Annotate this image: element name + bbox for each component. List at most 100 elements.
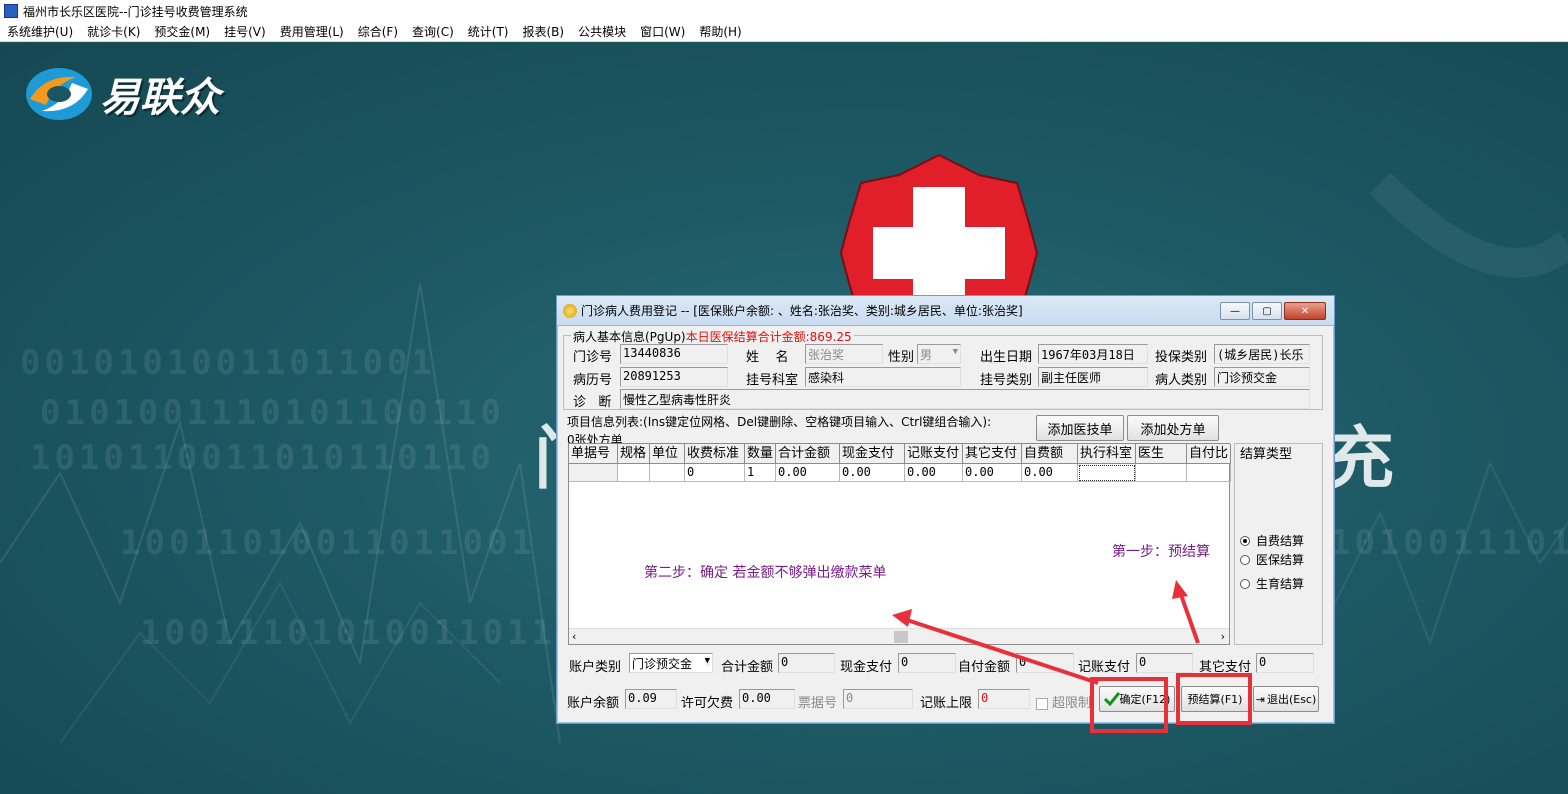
patient-info-legend: 病人基本信息(PgUp)本日医保结算合计金额:869.25	[571, 328, 854, 345]
receipt-no-label: 票据号	[798, 696, 838, 711]
record-no-field[interactable]: 20891253	[620, 367, 728, 387]
menu-help[interactable]: 帮助(H)	[692, 23, 748, 40]
col-header[interactable]: 收费标准	[685, 444, 745, 464]
receipt-no-field[interactable]: 0	[843, 689, 913, 709]
balance-label: 账户余额	[567, 696, 620, 711]
col-header[interactable]: 记账支付	[905, 444, 963, 464]
col-header[interactable]: 现金支付	[840, 444, 905, 464]
col-header[interactable]: 单据号	[569, 444, 618, 464]
menu-query[interactable]: 查询(C)	[405, 23, 461, 40]
minimize-icon[interactable]: —	[1220, 302, 1250, 320]
checkbox-icon	[1036, 697, 1048, 710]
radio-unchecked-icon	[1240, 554, 1250, 565]
radio-checked-icon	[1240, 535, 1250, 546]
col-header[interactable]: 自费额	[1022, 444, 1078, 464]
table-cell[interactable]: 0.00	[776, 464, 840, 482]
step1-annotation: 第一步：预结算	[1112, 544, 1210, 560]
menu-system-maintenance[interactable]: 系统维护(U)	[0, 23, 80, 40]
total-amount-field[interactable]: 0	[778, 653, 835, 673]
table-row[interactable]: 0 1 0.00 0.00 0.00 0.00 0.00	[569, 464, 1231, 482]
settle-self-radio[interactable]: 自费结算	[1240, 532, 1304, 549]
scroll-left-icon[interactable]: ‹	[572, 630, 576, 643]
record-no-label: 病历号	[573, 373, 613, 388]
over-limit-checkbox[interactable]: 超限制	[1036, 692, 1091, 711]
scroll-right-icon[interactable]: ›	[1221, 630, 1225, 643]
account-type-select[interactable]: 门诊预交金 ▼	[629, 653, 713, 673]
horizontal-scrollbar[interactable]: ‹ ›	[569, 628, 1229, 644]
menu-bar: 系统维护(U) 就诊卡(K) 预交金(M) 挂号(V) 费用管理(L) 综合(F…	[0, 22, 1568, 42]
table-cell[interactable]	[1187, 464, 1231, 482]
table-cell[interactable]: 0.00	[840, 464, 905, 482]
menu-window[interactable]: 窗口(W)	[633, 23, 692, 40]
menu-fee-management[interactable]: 费用管理(L)	[273, 23, 351, 40]
highlight-presettle-box	[1176, 673, 1252, 725]
menu-prepayment[interactable]: 预交金(M)	[147, 23, 217, 40]
name-field[interactable]: 张治奖	[805, 344, 883, 364]
col-header[interactable]: 医生	[1136, 444, 1187, 464]
table-header: 单据号 规格 单位 收费标准 数量 合计金额 现金支付 记账支付 其它支付 自费…	[569, 444, 1231, 464]
exit-button[interactable]: ⇥ 退出(Esc)	[1253, 686, 1319, 712]
bg-binary-text: 1010011101011000	[1330, 523, 1568, 563]
col-header[interactable]: 合计金额	[776, 444, 840, 464]
other-pay-field[interactable]: 0	[1256, 653, 1314, 673]
window-titlebar: 福州市长乐区医院--门诊挂号收费管理系统	[0, 0, 1568, 22]
insurance-type-field[interactable]: (城乡居民)长乐	[1214, 344, 1310, 364]
step2-annotation: 第二步：确定 若金额不够弹出缴款菜单	[644, 565, 887, 581]
scroll-thumb[interactable]	[894, 631, 908, 643]
menu-general[interactable]: 综合(F)	[351, 23, 405, 40]
dialog-coin-icon	[563, 303, 577, 318]
table-cell[interactable]	[1078, 464, 1136, 482]
highlight-confirm-box	[1090, 677, 1168, 733]
col-header[interactable]: 规格	[618, 444, 650, 464]
chevron-down-icon: ▼	[952, 347, 958, 357]
add-tech-order-button[interactable]: 添加医技单	[1036, 415, 1124, 441]
table-cell[interactable]: 0.00	[963, 464, 1022, 482]
table-cell[interactable]	[1136, 464, 1187, 482]
add-prescription-button[interactable]: 添加处方单	[1127, 415, 1219, 441]
reg-type-label: 挂号类别	[980, 373, 1033, 388]
close-icon[interactable]: ✕	[1284, 302, 1326, 320]
gender-select[interactable]: 男 ▼	[917, 344, 961, 364]
menu-reports[interactable]: 报表(B)	[515, 23, 571, 40]
outpatient-fee-dialog: 门诊病人费用登记 -- [医保账户余额: 、姓名:张治奖、类别:城乡居民、单位:…	[556, 295, 1335, 724]
table-cell[interactable]	[569, 464, 618, 482]
charge-limit-field[interactable]: 0	[978, 689, 1030, 709]
col-header[interactable]: 执行科室	[1078, 444, 1136, 464]
items-hint: 项目信息列表:(Ins键定位网格、Del键删除、空格键项目输入、Ctrl键组合输…	[567, 415, 992, 429]
table-cell[interactable]: 0.00	[905, 464, 963, 482]
dept-field[interactable]: 感染科	[805, 367, 961, 387]
chevron-down-icon: ▼	[704, 656, 710, 666]
col-header[interactable]: 单位	[650, 444, 685, 464]
charge-pay-field[interactable]: 0	[1136, 653, 1193, 673]
self-amount-field[interactable]: 0	[1016, 653, 1074, 673]
menu-public-module[interactable]: 公共模块	[571, 23, 633, 40]
settle-insurance-radio[interactable]: 医保结算	[1240, 551, 1304, 568]
diagnosis-field[interactable]: 慢性乙型病毒性肝炎	[620, 389, 1310, 409]
patient-type-field[interactable]: 门诊预交金	[1214, 367, 1310, 387]
table-cell[interactable]: 1	[745, 464, 776, 482]
bg-binary-text: 1001110101001101101	[140, 613, 605, 653]
outpatient-no-field[interactable]: 13440836	[620, 344, 728, 364]
menu-statistics[interactable]: 统计(T)	[461, 23, 516, 40]
birth-field[interactable]: 1967年03月18日	[1038, 344, 1148, 364]
outpatient-no-label: 门诊号	[573, 350, 613, 365]
menu-registration[interactable]: 挂号(V)	[217, 23, 273, 40]
menu-visit-card[interactable]: 就诊卡(K)	[80, 23, 147, 40]
reg-type-field[interactable]: 副主任医师	[1038, 367, 1148, 387]
col-header[interactable]: 其它支付	[963, 444, 1022, 464]
balance-field[interactable]: 0.09	[625, 689, 677, 709]
table-cell[interactable]: 0.00	[1022, 464, 1078, 482]
table-cell[interactable]: 0	[685, 464, 745, 482]
col-header[interactable]: 数量	[745, 444, 776, 464]
allowed-debt-label: 许可欠费	[681, 696, 734, 711]
maximize-icon[interactable]: ▢	[1252, 302, 1282, 320]
patient-type-label: 病人类别	[1155, 373, 1208, 388]
settle-maternity-radio[interactable]: 生育结算	[1240, 575, 1304, 592]
table-cell[interactable]	[618, 464, 650, 482]
allowed-debt-field[interactable]: 0.00	[739, 689, 795, 709]
insurance-type-label: 投保类别	[1155, 350, 1208, 365]
bg-title-char: 充	[1326, 420, 1395, 499]
col-header[interactable]: 自付比	[1187, 444, 1231, 464]
table-cell[interactable]	[650, 464, 685, 482]
cash-pay-field[interactable]: 0	[898, 653, 956, 673]
